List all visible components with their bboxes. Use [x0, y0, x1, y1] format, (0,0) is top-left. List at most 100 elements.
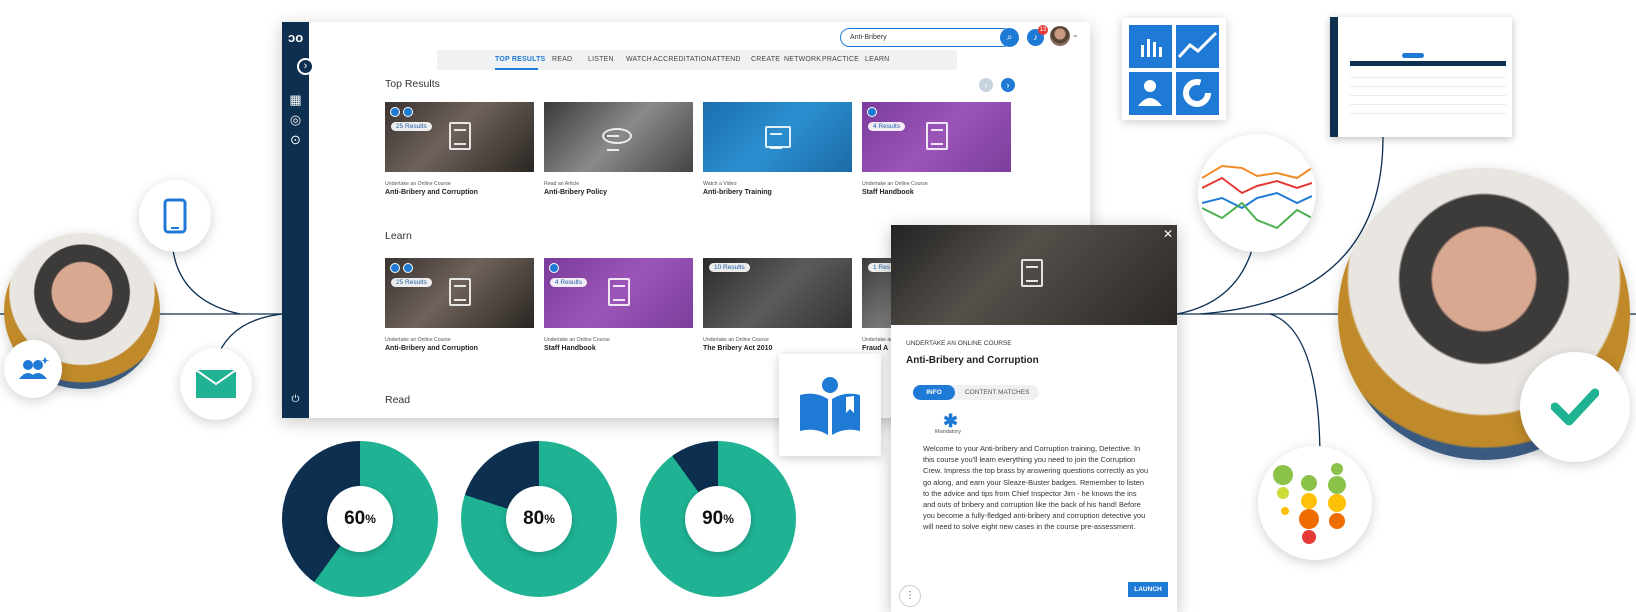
search-input[interactable]: Anti-Bribery	[840, 28, 1012, 47]
section-title-learn: Learn	[385, 230, 412, 242]
result-card[interactable]: Read an Article Anti-Bribery Policy	[544, 102, 693, 196]
dashboard-icon[interactable]: ▦	[288, 92, 303, 107]
report-tab-active[interactable]	[1402, 53, 1424, 58]
tab-top-results[interactable]: TOP RESULTS	[495, 56, 545, 63]
tablet-icon	[139, 180, 211, 252]
tab-info[interactable]: INFO	[913, 385, 955, 400]
metric-tiles	[1122, 18, 1226, 120]
document-icon	[1021, 259, 1043, 287]
mail-icon	[180, 348, 252, 420]
notification-badge: 13	[1038, 25, 1048, 35]
tab-practice[interactable]: PRACTICE	[822, 56, 859, 63]
donut-label: 90%	[685, 486, 751, 552]
learn-card[interactable]: 10 Results Undertake an Online Course Th…	[703, 258, 852, 352]
card-thumbnail: 10 Results	[703, 258, 852, 328]
card-thumbnail: 25 Results	[385, 258, 534, 328]
tab-learn[interactable]: LEARN	[865, 56, 889, 63]
tab-create[interactable]: CREATE	[751, 56, 780, 63]
glasses-icon	[602, 128, 632, 151]
tab-bar: TOP RESULTS READ LISTEN WATCH ACCREDITAT…	[437, 50, 957, 70]
card-kind: Undertake an Online Course	[544, 337, 610, 343]
course-icon	[549, 263, 559, 273]
course-icon	[390, 107, 400, 117]
results-pill: 25 Results	[391, 278, 432, 287]
card-kind: Undertake an Online Course	[385, 181, 451, 187]
tab-read[interactable]: READ	[552, 56, 572, 63]
team-icon	[4, 340, 62, 398]
card-kind: Undertake an Online Course	[385, 337, 451, 343]
card-thumbnail	[703, 102, 852, 172]
line-trend-icon	[1176, 25, 1219, 68]
team-report-thumbnail	[1330, 17, 1512, 137]
launch-button[interactable]: LAUNCH	[1128, 582, 1168, 597]
results-pill: 4 Results	[868, 122, 906, 131]
card-kind: Undertake an Online Course	[862, 181, 928, 187]
card-title: Staff Handbook	[862, 189, 914, 196]
card-kind: Read an Article	[544, 181, 580, 187]
donut-unit: %	[365, 512, 376, 526]
learn-card[interactable]: 25 Results Undertake an Online Course An…	[385, 258, 534, 352]
chevron-down-icon[interactable]: ⌄	[1072, 30, 1079, 39]
donut-label: 60%	[327, 486, 393, 552]
section-title-top-results: Top Results	[385, 78, 440, 90]
sidebar-toggle-button[interactable]: ›	[297, 58, 314, 75]
person-icon	[1129, 72, 1172, 115]
logo-icon: ↄo	[288, 30, 304, 45]
card-title: Staff Handbook	[544, 345, 596, 352]
close-icon[interactable]: ✕	[1163, 227, 1173, 241]
section-title-read: Read	[385, 394, 411, 406]
next-arrow-icon[interactable]: ›	[1001, 78, 1015, 92]
report-sidebar	[1330, 17, 1338, 137]
document-icon	[449, 278, 471, 306]
sidebar: ↄo ▦ ◎ ⊙ ⏻	[282, 22, 309, 418]
tab-listen[interactable]: LISTEN	[588, 56, 614, 63]
panel-kind: UNDERTAKE AN ONLINE COURSE	[906, 340, 1012, 347]
tab-watch[interactable]: WATCH	[626, 56, 652, 63]
donut-value: 80	[523, 508, 545, 529]
card-title: Anti-Bribery and Corruption	[385, 189, 478, 196]
card-kind: Watch a Video	[703, 181, 737, 187]
report-rows	[1350, 69, 1506, 119]
panel-hero-image	[891, 225, 1177, 325]
reading-icon	[779, 354, 881, 456]
tab-accreditation[interactable]: ACCREDITATION	[653, 56, 712, 63]
tab-indicator	[495, 68, 538, 70]
panel-title: Anti-Bribery and Corruption	[906, 355, 1039, 366]
results-pill: 4 Results	[550, 278, 588, 287]
avatar[interactable]	[1050, 26, 1070, 46]
doc-type-icon	[403, 107, 413, 117]
card-title: Anti-Bribery Policy	[544, 189, 608, 196]
result-card[interactable]: 4 Results Undertake an Online Course Sta…	[862, 102, 1011, 196]
document-icon	[449, 122, 471, 150]
course-description: Welcome to your Anti-bribery and Corrupt…	[923, 444, 1149, 532]
card-thumbnail: 4 Results	[862, 102, 1011, 172]
result-card[interactable]: Watch a Video Anti-bribery Training	[703, 102, 852, 196]
compass-icon[interactable]: ◎	[288, 112, 303, 127]
card-title: Anti-bribery Training	[703, 189, 772, 196]
tab-attend[interactable]: ATTEND	[712, 56, 741, 63]
trend-chart-thumbnail	[1198, 134, 1316, 252]
card-thumbnail: 4 Results	[544, 258, 693, 328]
course-detail-panel: ✕ UNDERTAKE AN ONLINE COURSE Anti-Briber…	[891, 225, 1177, 612]
prev-arrow-icon[interactable]: ‹	[979, 78, 993, 92]
tab-network[interactable]: NETWORK	[784, 56, 821, 63]
power-icon[interactable]: ⏻	[288, 392, 303, 407]
course-icon	[867, 107, 877, 117]
card-title: The Bribery Act 2010	[703, 345, 773, 352]
donut-unit: %	[544, 512, 555, 526]
more-options-button[interactable]: ⋮	[899, 585, 921, 607]
apps-icon[interactable]: ⊙	[288, 132, 303, 147]
donut-unit: %	[723, 512, 734, 526]
card-thumbnail: 25 Results	[385, 102, 534, 172]
donut-chart-icon	[1176, 72, 1219, 115]
card-kind: Undertake an Online Course	[703, 337, 769, 343]
card-title: Anti-Bribery and Corruption	[385, 345, 478, 352]
search-icon[interactable]: ⌕	[1000, 28, 1019, 47]
doc-type-icon	[403, 263, 413, 273]
learn-card[interactable]: 4 Results Undertake an Online Course Sta…	[544, 258, 693, 352]
result-card[interactable]: 25 Results Undertake an Online Course An…	[385, 102, 534, 196]
tab-content-matches[interactable]: CONTENT MATCHES	[965, 385, 1029, 400]
progress-donut-90: 90%	[640, 441, 796, 597]
card-thumbnail	[544, 102, 693, 172]
document-icon	[608, 278, 630, 306]
